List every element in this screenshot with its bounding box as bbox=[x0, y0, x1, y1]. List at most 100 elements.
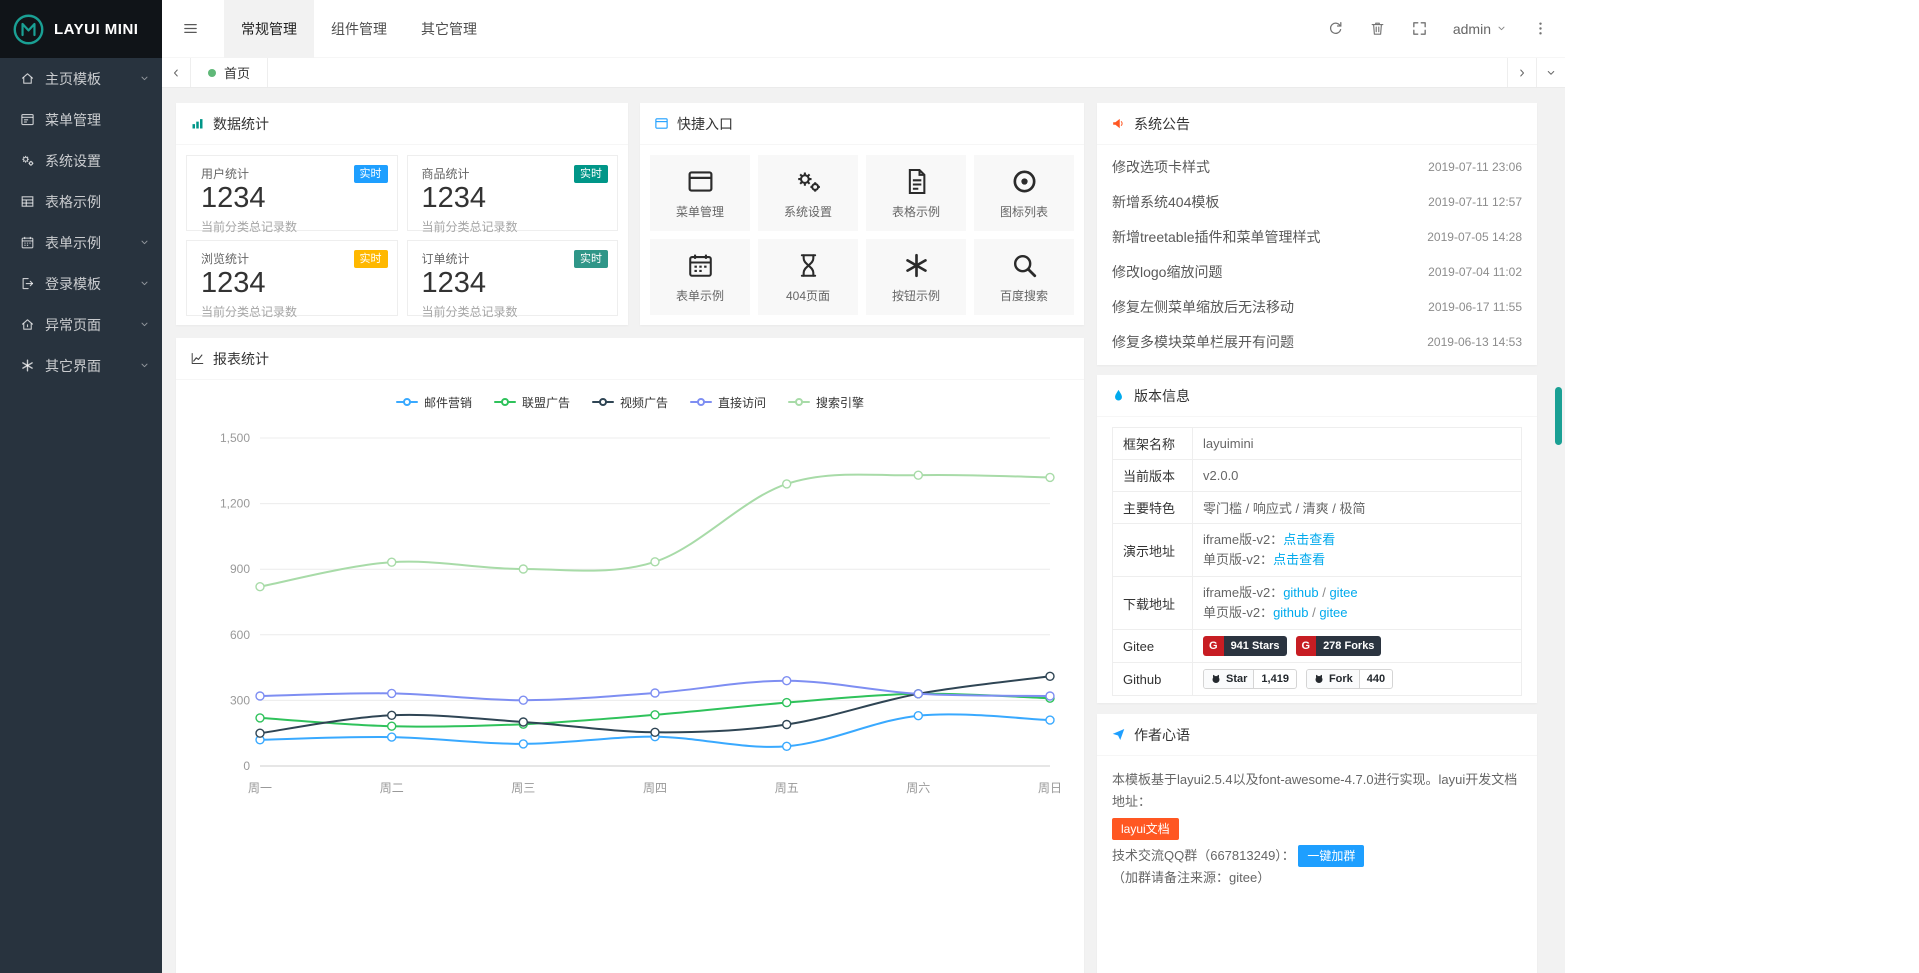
version-link[interactable]: 点击查看 bbox=[1283, 532, 1335, 547]
sidebar-toggle-button[interactable] bbox=[162, 0, 218, 58]
header-nav-tab[interactable]: 其它管理 bbox=[404, 0, 494, 58]
gitee-badge[interactable]: G278 Forks bbox=[1296, 636, 1382, 656]
legend-label: 联盟广告 bbox=[522, 394, 570, 411]
legend-item[interactable]: 搜索引擎 bbox=[788, 394, 864, 411]
version-row-label: Gitee bbox=[1113, 630, 1193, 663]
app-logo[interactable]: LAYUI MINI bbox=[0, 0, 162, 58]
tab-operations-dropdown[interactable] bbox=[1536, 58, 1565, 87]
version-row-label: 下载地址 bbox=[1113, 577, 1193, 630]
legend-item[interactable]: 直接访问 bbox=[690, 394, 766, 411]
chevron-down-icon bbox=[139, 278, 150, 289]
notice-item[interactable]: 修复左侧菜单缩放后无法移动 2019-06-17 11:55 bbox=[1112, 289, 1522, 324]
legend-item[interactable]: 联盟广告 bbox=[494, 394, 570, 411]
svg-text:周一: 周一 bbox=[248, 781, 272, 795]
clear-cache-button[interactable] bbox=[1369, 20, 1386, 37]
card-title: 系统公告 bbox=[1134, 114, 1190, 134]
window-icon bbox=[686, 167, 715, 196]
fullscreen-button[interactable] bbox=[1411, 20, 1428, 37]
version-row-label: 演示地址 bbox=[1113, 524, 1193, 577]
notice-item[interactable]: 新增系统404模板 2019-07-11 12:57 bbox=[1112, 184, 1522, 219]
version-row: 主要特色零门槛 / 响应式 / 清爽 / 极简 bbox=[1113, 492, 1522, 524]
sidebar-item[interactable]: 菜单管理 bbox=[0, 99, 162, 140]
gitee-logo-icon: G bbox=[1296, 636, 1317, 656]
header-nav-tab[interactable]: 常规管理 bbox=[224, 0, 314, 58]
fullscreen-icon bbox=[1411, 20, 1428, 37]
sidebar-item[interactable]: 其它界面 bbox=[0, 345, 162, 386]
quick-entry-item[interactable]: 表单示例 bbox=[650, 239, 750, 315]
scrollbar-thumb[interactable] bbox=[1555, 387, 1562, 445]
file-icon bbox=[902, 167, 931, 196]
version-link[interactable]: github bbox=[1273, 605, 1308, 620]
app-window: LAYUI MINI 主页模板 菜单管理 系统设置 bbox=[0, 0, 1565, 973]
stat-panel: 实时 商品统计 1234 当前分类总记录数 bbox=[407, 155, 619, 231]
sidebar-item[interactable]: 系统设置 bbox=[0, 140, 162, 181]
refresh-button[interactable] bbox=[1327, 20, 1344, 37]
notice-item[interactable]: 修改选项卡样式 2019-07-11 23:06 bbox=[1112, 149, 1522, 184]
paper-plane-icon bbox=[1111, 727, 1126, 742]
card-title: 数据统计 bbox=[213, 114, 269, 134]
svg-text:0: 0 bbox=[243, 759, 250, 773]
sidebar-item[interactable]: 表单示例 bbox=[0, 222, 162, 263]
quick-entry-item[interactable]: 表格示例 bbox=[866, 155, 966, 231]
stat-value: 1234 bbox=[201, 183, 383, 215]
version-link[interactable]: gitee bbox=[1319, 605, 1347, 620]
legend-item[interactable]: 邮件营销 bbox=[396, 394, 472, 411]
github-badge[interactable]: Fork440 bbox=[1306, 669, 1393, 689]
stat-desc: 当前分类总记录数 bbox=[422, 218, 604, 235]
quick-entry-item[interactable]: 菜单管理 bbox=[650, 155, 750, 231]
main-content: 数据统计 实时 用户统计 1234 当前分类总记录数 实时 商品统计 1234 bbox=[162, 88, 1565, 973]
username: admin bbox=[1453, 21, 1491, 37]
legend-label: 搜索引擎 bbox=[816, 394, 864, 411]
exception-icon bbox=[20, 317, 35, 332]
tab-home-label: 首页 bbox=[224, 63, 250, 82]
notice-text: 修复左侧菜单缩放后无法移动 bbox=[1112, 297, 1294, 317]
octocat-icon bbox=[1313, 673, 1325, 685]
version-row-label: 框架名称 bbox=[1113, 428, 1193, 460]
sidebar-item[interactable]: 表格示例 bbox=[0, 181, 162, 222]
tab-home[interactable]: 首页 bbox=[191, 58, 268, 87]
quick-entry-item[interactable]: 按钮示例 bbox=[866, 239, 966, 315]
quick-entry-card: 快捷入口 菜单管理 系统设置 表格示例 bbox=[640, 103, 1084, 325]
more-menu-button[interactable] bbox=[1532, 20, 1549, 37]
user-menu[interactable]: admin bbox=[1453, 21, 1507, 37]
notice-text: 修复多模块菜单栏展开有问题 bbox=[1112, 332, 1294, 352]
version-link[interactable]: github bbox=[1283, 585, 1318, 600]
version-link[interactable]: gitee bbox=[1329, 585, 1357, 600]
layui-doc-badge[interactable]: layui文档 bbox=[1112, 818, 1179, 840]
svg-text:周四: 周四 bbox=[643, 781, 667, 795]
chevron-down-icon bbox=[1545, 67, 1557, 79]
notice-item[interactable]: 新增treetable插件和菜单管理样式 2019-07-05 14:28 bbox=[1112, 219, 1522, 254]
top-header: 常规管理 组件管理 其它管理 admin bbox=[162, 0, 1565, 58]
notice-date: 2019-06-13 14:53 bbox=[1427, 335, 1522, 349]
quick-entry-item[interactable]: 系统设置 bbox=[758, 155, 858, 231]
github-badge[interactable]: Star1,419 bbox=[1203, 669, 1297, 689]
svg-text:周日: 周日 bbox=[1038, 781, 1062, 795]
legend-item[interactable]: 视频广告 bbox=[592, 394, 668, 411]
sidebar-item[interactable]: 主页模板 bbox=[0, 58, 162, 99]
notice-date: 2019-07-11 23:06 bbox=[1428, 160, 1522, 174]
version-row-label: Github bbox=[1113, 663, 1193, 696]
author-text-line2: 技术交流QQ群（667813249）： 一键加群 （加群请备注来源：gitee） bbox=[1112, 845, 1522, 889]
legend-label: 视频广告 bbox=[620, 394, 668, 411]
chevron-down-icon bbox=[139, 73, 150, 84]
gitee-badge[interactable]: G941 Stars bbox=[1203, 636, 1287, 656]
notice-item[interactable]: 修改logo缩放问题 2019-07-04 11:02 bbox=[1112, 254, 1522, 289]
author-text-line1: 本模板基于layui2.5.4以及font-awesome-4.7.0进行实现。… bbox=[1112, 769, 1522, 813]
qq-group-badge[interactable]: 一键加群 bbox=[1298, 845, 1364, 867]
notice-item[interactable]: 修复多模块菜单栏展开有问题 2019-06-13 14:53 bbox=[1112, 324, 1522, 359]
svg-text:900: 900 bbox=[230, 562, 250, 576]
prev-tab-button[interactable] bbox=[162, 58, 191, 87]
card-title: 版本信息 bbox=[1134, 386, 1190, 406]
version-link[interactable]: 点击查看 bbox=[1273, 552, 1325, 567]
sidebar-item[interactable]: 登录模板 bbox=[0, 263, 162, 304]
header-nav-tab[interactable]: 组件管理 bbox=[314, 0, 404, 58]
sidebar: 主页模板 菜单管理 系统设置 表格示例 bbox=[0, 58, 162, 973]
stat-panel: 实时 用户统计 1234 当前分类总记录数 bbox=[186, 155, 398, 231]
realtime-badge: 实时 bbox=[354, 250, 388, 268]
quick-entry-item[interactable]: 百度搜索 bbox=[974, 239, 1074, 315]
quick-entry-item[interactable]: 图标列表 bbox=[974, 155, 1074, 231]
version-row: Github Star1,419 Fork440 bbox=[1113, 663, 1522, 696]
quick-entry-item[interactable]: 404页面 bbox=[758, 239, 858, 315]
sidebar-item[interactable]: 异常页面 bbox=[0, 304, 162, 345]
next-tab-button[interactable] bbox=[1507, 58, 1536, 87]
